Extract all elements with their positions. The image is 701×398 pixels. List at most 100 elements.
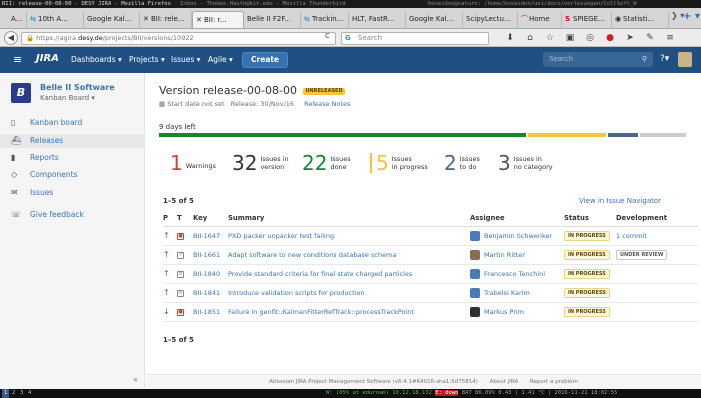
table-row[interactable]: ↑ ≡ BII-1840 Provide standard criteria f…	[163, 264, 698, 284]
issue-summary-link[interactable]: Adapt software to new conditions databas…	[228, 251, 396, 259]
jira-search-input[interactable]: Search ⚲	[543, 52, 653, 67]
jira-logo[interactable]: JIRA	[36, 53, 59, 64]
col-priority[interactable]: P	[163, 211, 177, 227]
terminal-window-title[interactable]: hoseidon@saturn: /home/hoseidon/uni/docs…	[428, 0, 637, 8]
issue-summary-link[interactable]: Provide standard criteria for final stat…	[228, 270, 412, 278]
stat-issues-no-category[interactable]: 3 Issues in no category	[498, 153, 553, 173]
project-name[interactable]: Belle II Software	[40, 83, 115, 92]
sidebar-item-releases[interactable]: ⛴ Releases	[0, 134, 145, 148]
sidebar-item-reports[interactable]: ▮ Reports	[11, 153, 59, 165]
browser-search-box[interactable]: G Search	[341, 32, 489, 45]
thunderbird-window-title[interactable]: Inbox - Thomas.Hauth@kit.edu - Mozilla T…	[180, 0, 346, 8]
issue-key-link[interactable]: BII-1841	[193, 289, 220, 297]
issue-key-link[interactable]: BII-1840	[193, 270, 220, 278]
issue-summary-link[interactable]: Introduce validation scripts for product…	[228, 289, 365, 297]
workspace-4[interactable]: 4	[26, 389, 33, 398]
nav-projects[interactable]: Projects ▾	[129, 55, 165, 64]
nav-issues[interactable]: Issues ▾	[171, 55, 200, 64]
sidebar-item-issues[interactable]: ✉ Issues	[11, 188, 53, 200]
assignee-name[interactable]: Trabelsi Karim	[484, 289, 530, 297]
workspace-3[interactable]: 3	[18, 389, 25, 398]
about-jira-link[interactable]: About JIRA	[490, 379, 519, 385]
progress-no-category[interactable]	[640, 133, 686, 137]
bookmark-star-icon[interactable]: ☆	[540, 31, 560, 45]
table-row[interactable]: ↑ ↗ BII-1661 Adapt software to new condi…	[163, 245, 698, 265]
firefox-window-title[interactable]: BII: release-00-08-00 - DESY JIRA - Mozi…	[2, 0, 171, 8]
nav-agile[interactable]: Agile ▾	[208, 55, 233, 64]
browser-tab[interactable]: ScipyLectu...	[463, 11, 518, 28]
sidebar-item-components[interactable]: ◇ Components	[11, 170, 77, 182]
browser-tab[interactable]: Belle II F2F...	[244, 11, 301, 28]
assignee-avatar	[470, 306, 480, 317]
home-icon[interactable]: ⌂	[520, 31, 540, 45]
browser-tab[interactable]: ◉ Statisti...	[612, 11, 669, 28]
user-avatar[interactable]	[678, 52, 692, 67]
col-development[interactable]: Development	[616, 211, 698, 227]
browser-tab[interactable]: Google Kal...	[84, 11, 140, 28]
sidebar-item-give-feedback[interactable]: ☏ Give feedback	[11, 210, 84, 222]
board-selector[interactable]: Kanban Board ▾	[40, 94, 95, 102]
development-lozenge[interactable]: UNDER REVIEW	[616, 249, 668, 260]
stat-warnings[interactable]: 1 Warnings	[170, 153, 216, 173]
progress-done[interactable]	[159, 133, 526, 137]
reload-icon[interactable]: C	[325, 32, 330, 40]
sidebar-item-kanban-board[interactable]: ▯ Kanban board	[11, 118, 82, 130]
browser-tab[interactable]: ⇆ 10th A...	[27, 11, 84, 28]
browser-tab[interactable]: A...	[0, 11, 27, 28]
table-row[interactable]: ↓ ● BII-1851 Failure in genfit::KalmanFi…	[163, 302, 698, 322]
sidebar-item-label: Reports	[30, 153, 59, 162]
col-status[interactable]: Status	[564, 211, 616, 227]
workspace-2[interactable]: 2	[10, 389, 17, 398]
col-key[interactable]: Key	[193, 211, 228, 227]
priority-low-icon: ↓	[163, 307, 170, 316]
col-summary[interactable]: Summary	[228, 211, 470, 227]
stat-issues-in-version[interactable]: 32 Issues in version	[232, 153, 289, 173]
assignee-name[interactable]: Martin Ritter	[484, 251, 525, 259]
stat-issues-done[interactable]: 22 Issues done	[302, 153, 351, 173]
assignee-name[interactable]: Benjamin Schwenker	[484, 232, 552, 240]
issue-key-link[interactable]: BII-1661	[193, 251, 220, 259]
table-row[interactable]: ↑ ≡ BII-1841 Introduce validation script…	[163, 283, 698, 303]
assignee-name[interactable]: Francesco Tenchini	[484, 270, 545, 278]
release-notes-link[interactable]: Release Notes	[304, 100, 350, 108]
col-type[interactable]: T	[177, 211, 193, 227]
help-icon[interactable]: ?▾	[660, 54, 669, 64]
assignee-name[interactable]: Markus Prim	[484, 308, 524, 316]
bookmark-list-icon[interactable]: ▣	[560, 31, 580, 45]
browser-tab[interactable]: Google Kal...	[406, 11, 463, 28]
send-icon[interactable]: ➤	[620, 31, 640, 45]
download-icon[interactable]: ⬇	[500, 31, 520, 45]
browser-tab[interactable]: HLT, FastR...	[349, 11, 406, 28]
nav-dashboards[interactable]: Dashboards ▾	[71, 55, 122, 64]
project-logo[interactable]: B	[11, 83, 31, 103]
issue-key-link[interactable]: BII-1647	[193, 232, 220, 240]
report-problem-link[interactable]: Report a problem	[530, 379, 578, 385]
browser-tab[interactable]: ⌒Home	[518, 11, 562, 28]
back-arrow-icon[interactable]: ◀	[4, 31, 18, 45]
progress-in-progress[interactable]	[528, 133, 606, 137]
collapse-sidebar-icon[interactable]: «	[133, 375, 138, 384]
new-tab-plus-icon[interactable]: + ▾	[683, 11, 700, 22]
browser-tab[interactable]: ✕ BII: rele...	[140, 11, 192, 28]
pocket-icon[interactable]: ◎	[580, 31, 600, 45]
stat-issues-in-progress[interactable]: 5 Issues in progress	[370, 153, 428, 173]
development-link[interactable]: 1 commit	[616, 232, 647, 240]
adblock-icon[interactable]: ●	[600, 31, 620, 45]
table-row[interactable]: ↑ ● BII-1647 PXD packer unpacker test fa…	[163, 226, 698, 246]
col-assignee[interactable]: Assignee	[470, 211, 564, 227]
progress-todo[interactable]	[608, 133, 638, 137]
stat-issues-to-do[interactable]: 2 Issues to do	[444, 153, 480, 173]
menu-icon[interactable]: ≡	[660, 31, 680, 45]
view-in-issue-navigator-link[interactable]: View in Issue Navigator	[579, 197, 661, 205]
browser-tab[interactable]: ⇆ Trackin...	[301, 11, 349, 28]
extension-icon[interactable]: ✎	[640, 31, 660, 45]
workspace-1[interactable]: 1	[2, 389, 10, 398]
create-button[interactable]: Create	[242, 52, 289, 68]
issue-key-link[interactable]: BII-1851	[193, 308, 220, 316]
url-bar[interactable]: 🔒 https://agira.desy.de/projects/BII/ver…	[21, 32, 336, 45]
issue-summary-link[interactable]: Failure in genfit::KalmanFitterRefTrack:…	[228, 308, 414, 316]
browser-tab-active[interactable]: ✕ BII: r...	[192, 11, 244, 28]
app-switcher-icon[interactable]: ≡	[13, 53, 22, 66]
browser-tab[interactable]: S SPIEGE...	[562, 11, 612, 28]
issue-summary-link[interactable]: PXD packer unpacker test failing	[228, 232, 334, 240]
